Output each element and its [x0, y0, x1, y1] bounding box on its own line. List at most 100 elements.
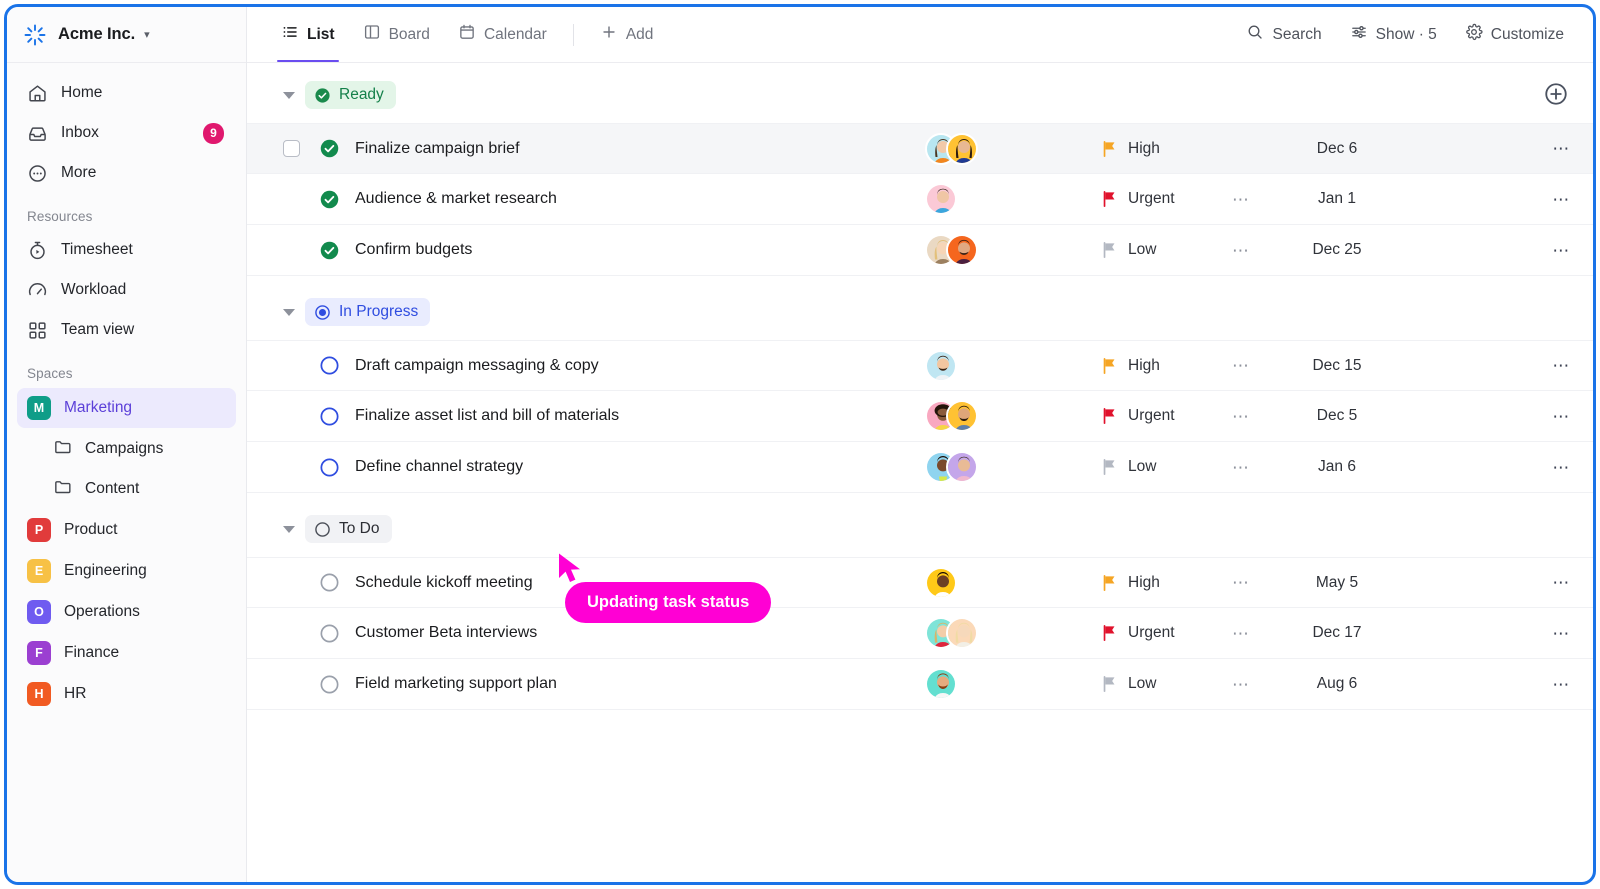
row-inline-menu[interactable]: ⋯	[1232, 408, 1251, 425]
check-circle-green-icon[interactable]	[319, 189, 340, 210]
sidebar-item-team-view[interactable]: Team view	[17, 310, 236, 350]
table-row[interactable]: Define channel strategy Low ⋯ Jan 6 ⋯	[247, 442, 1593, 493]
space-chip: H	[27, 682, 51, 706]
avatar[interactable]	[946, 451, 978, 483]
spaces-section-label: Spaces	[27, 366, 73, 381]
row-menu-button[interactable]: ⋯	[1552, 140, 1571, 157]
row-menu-button[interactable]: ⋯	[1552, 459, 1571, 476]
row-inline-menu[interactable]: ⋯	[1232, 357, 1251, 374]
row-menu-button[interactable]: ⋯	[1552, 242, 1571, 259]
status-badge[interactable]: In Progress	[305, 298, 431, 326]
status-badge[interactable]: Ready	[305, 81, 396, 109]
row-checkbox[interactable]	[283, 140, 300, 157]
sidebar-item-timesheet[interactable]: Timesheet	[17, 230, 236, 270]
table-row[interactable]: Confirm budgets Low ⋯ Dec 25 ⋯	[247, 225, 1593, 276]
toolbar-divider	[572, 23, 574, 46]
avatar[interactable]	[946, 234, 978, 266]
table-row[interactable]: Field marketing support plan Low ⋯ Aug 6…	[247, 659, 1593, 710]
due-date-cell[interactable]: Aug 6	[1277, 675, 1397, 693]
row-menu-button[interactable]: ⋯	[1552, 574, 1571, 591]
tab-list[interactable]: List	[269, 7, 347, 62]
due-date-cell[interactable]: Dec 25	[1277, 241, 1397, 259]
row-menu-button[interactable]: ⋯	[1552, 676, 1571, 693]
circle-gray-icon[interactable]	[319, 623, 340, 644]
priority-cell[interactable]: High	[1102, 357, 1160, 375]
priority-cell[interactable]: High	[1102, 140, 1160, 158]
priority-cell[interactable]: Low	[1102, 675, 1156, 693]
sidebar-item-hr[interactable]: H HR	[17, 674, 236, 714]
sidebar-item-finance[interactable]: F Finance	[17, 633, 236, 673]
row-inline-menu[interactable]: ⋯	[1232, 625, 1251, 642]
avatar[interactable]	[925, 183, 957, 215]
row-inline-menu[interactable]: ⋯	[1232, 676, 1251, 693]
table-row[interactable]: Finalize campaign brief High Dec 6 ⋯	[247, 123, 1593, 174]
priority-cell[interactable]: Urgent	[1102, 190, 1175, 208]
avatar[interactable]	[946, 400, 978, 432]
space-chip: P	[27, 518, 51, 542]
priority-cell[interactable]: Urgent	[1102, 624, 1175, 642]
table-row[interactable]: Customer Beta interviews Urgent ⋯ Dec 17…	[247, 608, 1593, 659]
table-row[interactable]: Audience & market research Urgent ⋯ Jan …	[247, 174, 1593, 225]
check-circle-green-icon[interactable]	[319, 138, 340, 159]
due-date-cell[interactable]: Jan 6	[1277, 458, 1397, 476]
circle-blue-icon[interactable]	[319, 457, 340, 478]
due-date-cell[interactable]: Dec 15	[1277, 357, 1397, 375]
row-menu-button[interactable]: ⋯	[1552, 357, 1571, 374]
table-row[interactable]: Draft campaign messaging & copy High ⋯ D…	[247, 340, 1593, 391]
sidebar-item-inbox[interactable]: Inbox 9	[17, 113, 236, 153]
circle-plus-icon[interactable]	[1543, 81, 1569, 107]
due-date-cell[interactable]: Dec 17	[1277, 624, 1397, 642]
sidebar-item-engineering[interactable]: E Engineering	[17, 551, 236, 591]
sidebar-item-more[interactable]: More	[17, 153, 236, 193]
sidebar-item-label: Timesheet	[61, 241, 133, 258]
priority-cell[interactable]: Low	[1102, 241, 1156, 259]
priority-cell[interactable]: Low	[1102, 458, 1156, 476]
circle-blue-icon[interactable]	[319, 355, 340, 376]
due-date-cell[interactable]: Dec 6	[1277, 140, 1397, 158]
due-date-cell[interactable]: Jan 1	[1277, 190, 1397, 208]
row-menu-button[interactable]: ⋯	[1552, 625, 1571, 642]
priority-label: Low	[1128, 458, 1157, 475]
sidebar-item-workload[interactable]: Workload	[17, 270, 236, 310]
sidebar-item-marketing[interactable]: M Marketing	[17, 388, 236, 428]
sidebar-item-home[interactable]: Home	[17, 73, 236, 113]
check-circle-green-icon[interactable]	[319, 240, 340, 261]
row-inline-menu[interactable]: ⋯	[1232, 242, 1251, 259]
circle-gray-icon[interactable]	[319, 674, 340, 695]
due-date-cell[interactable]: May 5	[1277, 574, 1397, 592]
row-menu-button[interactable]: ⋯	[1552, 191, 1571, 208]
triangle-down-icon[interactable]	[283, 308, 295, 316]
status-badge[interactable]: To Do	[305, 515, 392, 543]
circle-gray-icon[interactable]	[319, 572, 340, 593]
add-view-button[interactable]: Add	[588, 7, 666, 62]
workspace-switcher[interactable]: Acme Inc. ▾	[7, 7, 246, 63]
priority-cell[interactable]: High	[1102, 574, 1160, 592]
avatar[interactable]	[925, 566, 957, 599]
table-row[interactable]: Finalize asset list and bill of material…	[247, 391, 1593, 442]
triangle-down-icon[interactable]	[283, 525, 295, 533]
priority-label: High	[1128, 573, 1160, 591]
priority-cell[interactable]: Urgent	[1102, 407, 1175, 425]
avatar[interactable]	[925, 668, 957, 700]
row-inline-menu[interactable]: ⋯	[1232, 574, 1251, 591]
due-date-cell[interactable]: Dec 5	[1277, 407, 1397, 425]
avatar[interactable]	[946, 132, 978, 165]
search-button[interactable]: Search	[1235, 16, 1332, 53]
row-inline-menu[interactable]: ⋯	[1232, 191, 1251, 208]
tab-calendar[interactable]: Calendar	[446, 7, 559, 62]
sidebar-item-label: Workload	[61, 281, 127, 298]
triangle-down-icon[interactable]	[283, 91, 295, 99]
table-row[interactable]: Schedule kickoff meeting High ⋯ May 5 ⋯	[247, 557, 1593, 608]
sidebar-item-operations[interactable]: O Operations	[17, 592, 236, 632]
sidebar-item-content[interactable]: Content	[17, 469, 236, 509]
sidebar-item-product[interactable]: P Product	[17, 510, 236, 550]
tab-board[interactable]: Board	[351, 7, 442, 62]
avatar[interactable]	[946, 617, 978, 649]
show-button[interactable]: Show · 5	[1339, 16, 1448, 53]
row-menu-button[interactable]: ⋯	[1552, 408, 1571, 425]
circle-blue-icon[interactable]	[319, 406, 340, 427]
row-inline-menu[interactable]: ⋯	[1232, 459, 1251, 476]
customize-button[interactable]: Customize	[1454, 16, 1575, 53]
avatar[interactable]	[925, 349, 957, 382]
sidebar-item-campaigns[interactable]: Campaigns	[17, 429, 236, 469]
